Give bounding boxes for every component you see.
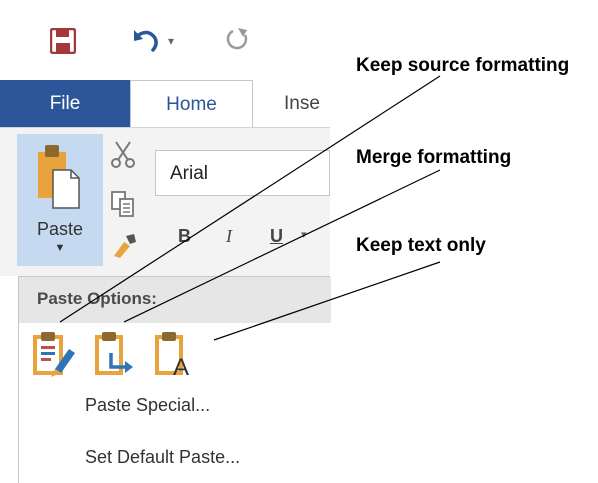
word-ui-panel: ▾ File Home Inse Paste ▼ Arial B I U ▾ P…	[0, 0, 331, 483]
keep-source-formatting-icon[interactable]	[29, 329, 79, 379]
paste-options-menu: Paste Options: A Paste Special... Set De…	[18, 276, 331, 483]
paste-options-header: Paste Options:	[19, 277, 331, 323]
chevron-down-icon[interactable]: ▼	[17, 242, 103, 254]
paste-button[interactable]: Paste ▼	[17, 134, 103, 266]
font-name-box[interactable]: Arial	[155, 150, 330, 196]
keep-text-only-icon[interactable]: A	[151, 329, 201, 381]
underline-button[interactable]: U	[270, 226, 283, 247]
svg-text:A: A	[173, 354, 189, 379]
undo-dropdown-icon[interactable]: ▾	[168, 34, 174, 48]
tab-home[interactable]: Home	[130, 80, 253, 128]
merge-formatting-icon[interactable]	[91, 329, 141, 379]
set-default-paste-item[interactable]: Set Default Paste...	[85, 447, 240, 468]
ribbon-home: Paste ▼ Arial B I U ▾	[0, 128, 330, 276]
clipboard-icon	[35, 142, 81, 212]
underline-dropdown-icon[interactable]: ▾	[301, 228, 307, 241]
format-painter-icon[interactable]	[110, 232, 138, 260]
undo-icon[interactable]	[132, 26, 164, 54]
ribbon-tabs: File Home Inse	[0, 80, 330, 128]
tab-file[interactable]: File	[0, 80, 130, 128]
callout-merge-formatting: Merge formatting	[356, 147, 512, 168]
bold-button[interactable]: B	[178, 226, 191, 247]
italic-button[interactable]: I	[226, 226, 232, 247]
font-name-value: Arial	[170, 163, 209, 184]
callout-keep-source-formatting: Keep source formatting	[356, 55, 570, 76]
callout-keep-text-only: Keep text only	[356, 235, 486, 256]
save-icon[interactable]	[49, 27, 77, 55]
paste-label: Paste	[36, 219, 84, 239]
cut-icon[interactable]	[110, 140, 136, 168]
redo-icon[interactable]	[225, 27, 251, 53]
copy-icon[interactable]	[110, 190, 136, 218]
tab-insert[interactable]: Inse	[260, 80, 330, 128]
quick-access-toolbar: ▾	[0, 0, 330, 80]
paste-special-item[interactable]: Paste Special...	[85, 395, 210, 416]
